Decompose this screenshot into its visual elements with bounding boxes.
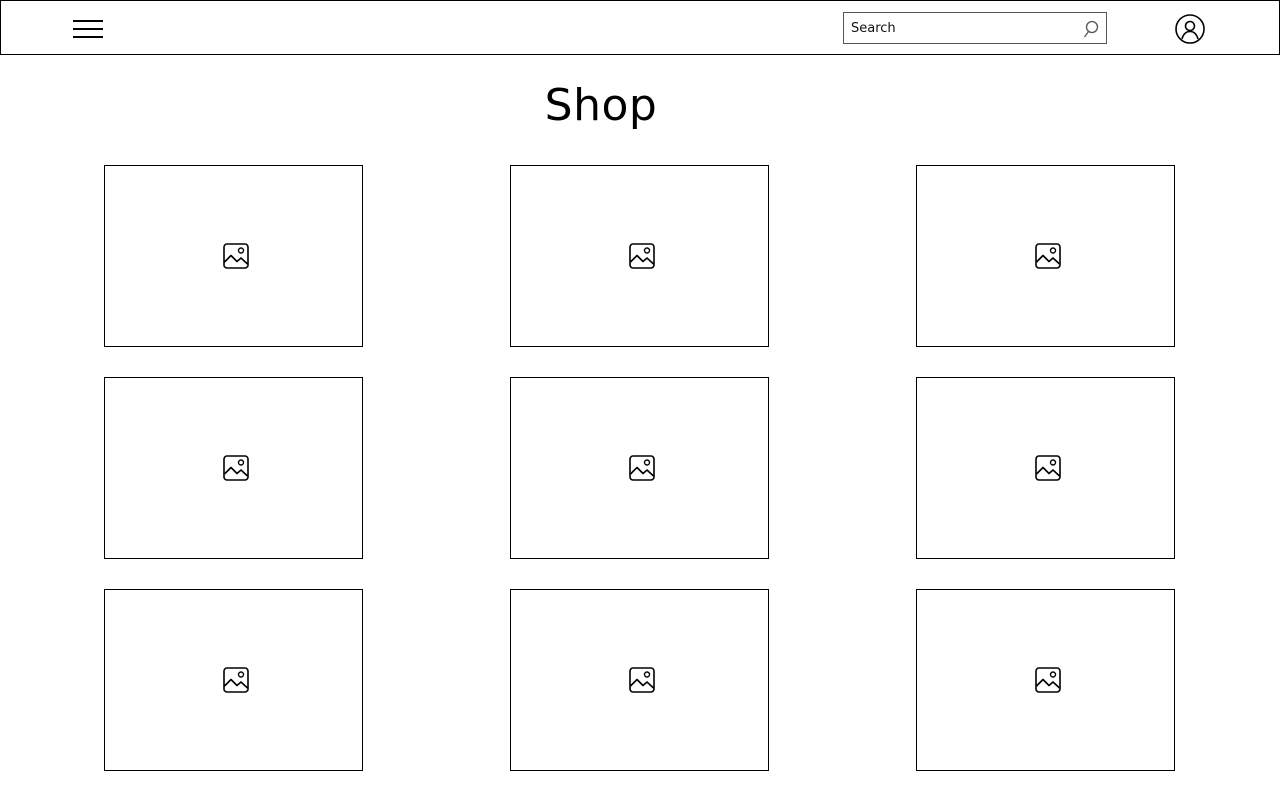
page-title: Shop <box>544 80 658 131</box>
product-card[interactable] <box>104 589 363 771</box>
search-input[interactable] <box>851 18 1076 38</box>
image-placeholder-icon <box>629 455 655 481</box>
product-card[interactable] <box>510 589 769 771</box>
image-placeholder-icon <box>629 243 655 269</box>
image-placeholder-icon <box>1035 455 1061 481</box>
image-placeholder-icon <box>1035 243 1061 269</box>
product-card[interactable] <box>916 165 1175 347</box>
product-card[interactable] <box>916 377 1175 559</box>
hamburger-menu-icon[interactable] <box>73 18 105 40</box>
image-placeholder-icon <box>629 667 655 693</box>
product-card[interactable] <box>916 589 1175 771</box>
image-placeholder-icon <box>1035 667 1061 693</box>
product-grid <box>104 165 1176 771</box>
product-card[interactable] <box>510 377 769 559</box>
user-account-icon[interactable] <box>1174 13 1206 45</box>
image-placeholder-icon <box>223 243 249 269</box>
product-card[interactable] <box>104 165 363 347</box>
image-placeholder-icon <box>223 667 249 693</box>
search-icon[interactable] <box>1082 19 1100 39</box>
top-header <box>0 0 1280 55</box>
search-bar <box>843 12 1107 44</box>
product-card[interactable] <box>510 165 769 347</box>
image-placeholder-icon <box>223 455 249 481</box>
product-card[interactable] <box>104 377 363 559</box>
